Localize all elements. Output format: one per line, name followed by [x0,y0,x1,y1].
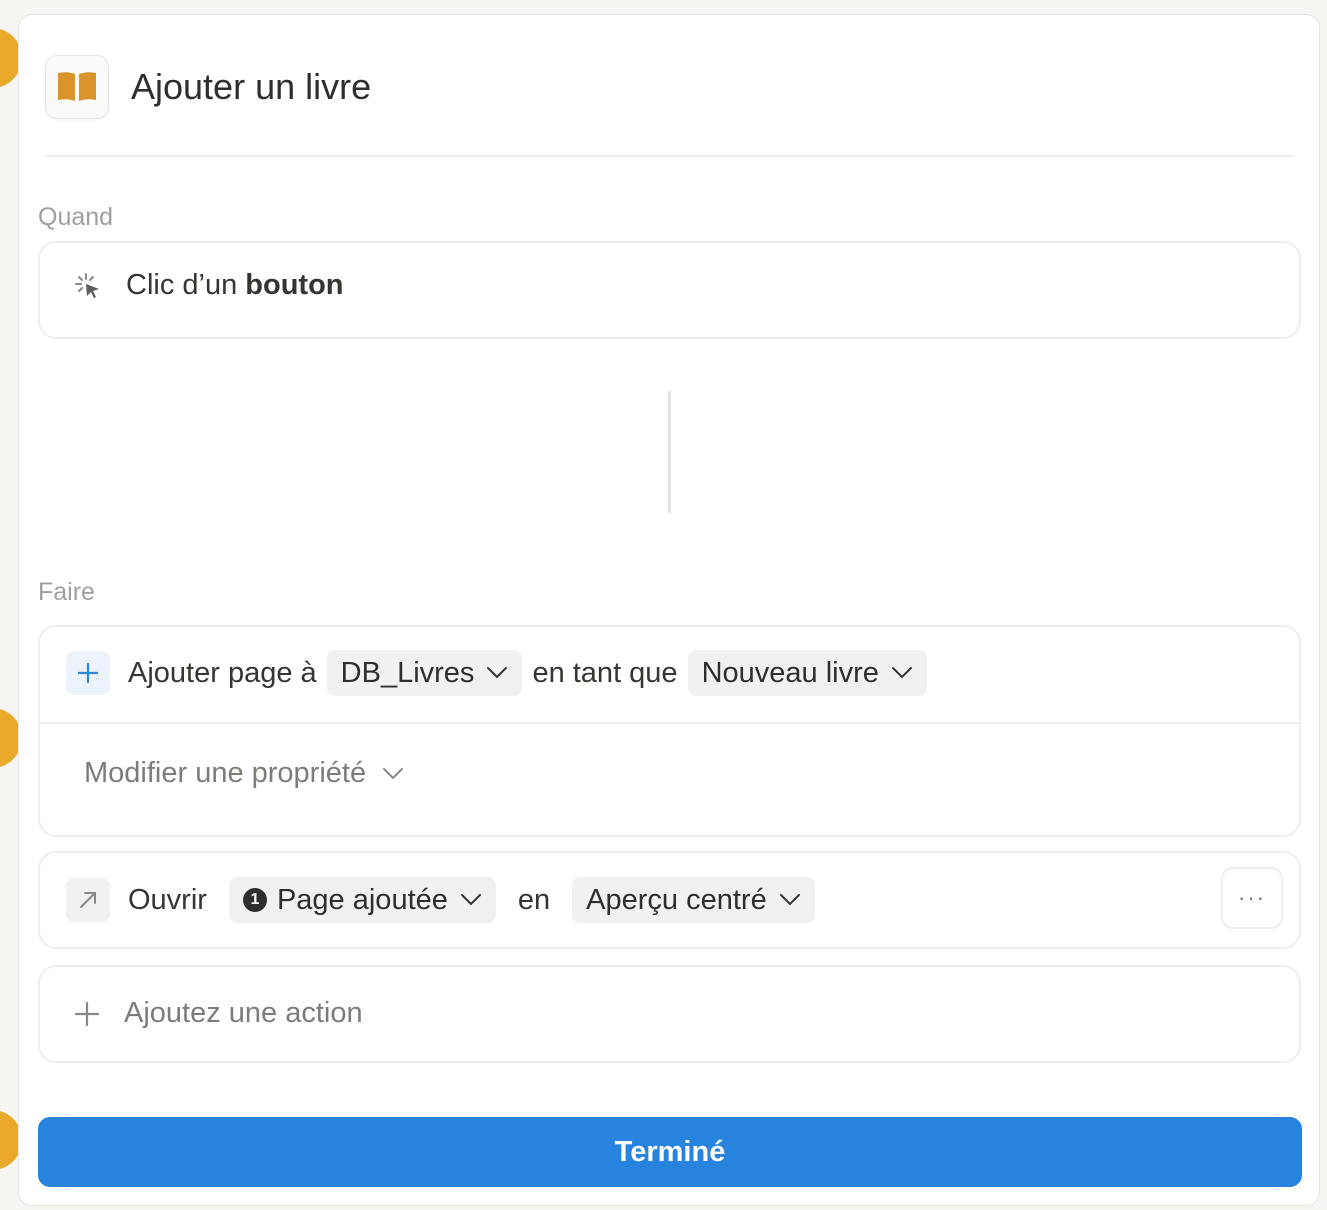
trigger-card[interactable]: Clic d’un bouton [38,241,1301,339]
add-action-card[interactable]: Ajoutez une action [38,965,1301,1063]
add-page-action-row: Ajouter page à DB_Livres en tant que Nou… [66,650,927,696]
chevron-down-icon [891,667,912,679]
chevron-down-icon [487,667,508,679]
as-label: en tant que [532,656,678,689]
open-page-action-card: Ouvrir 1 Page ajoutée en Aperçu centré ·… [38,851,1301,949]
arrow-up-right-icon [66,878,110,922]
template-select-value: Nouveau livre [701,656,879,689]
card-divider [40,722,1299,724]
done-button[interactable]: Terminé [38,1117,1302,1187]
panel-header: Ajouter un livre [45,55,371,119]
trigger-section-label: Quand [38,203,114,231]
chevron-down-icon [460,894,481,906]
chevron-down-icon [779,894,800,906]
add-page-action-card: Ajouter page à DB_Livres en tant que Nou… [38,625,1301,837]
plus-icon [74,1001,100,1026]
open-target-value: Page ajoutée [276,883,448,916]
open-label: Ouvrir [128,883,207,916]
cursor-click-icon [75,272,99,298]
more-options-button[interactable]: ··· [1221,867,1283,929]
open-book-icon [58,72,96,101]
chevron-down-icon [383,767,404,779]
database-select[interactable]: DB_Livres [326,650,523,696]
page-title[interactable]: Ajouter un livre [131,66,371,108]
database-select-value: DB_Livres [340,656,475,689]
add-action-label: Ajoutez une action [124,997,363,1029]
open-in-label: en [517,883,551,916]
trigger-text-bold: bouton [245,269,344,301]
plus-icon [66,651,110,695]
more-icon: ··· [1238,885,1266,910]
open-page-action-row: Ouvrir 1 Page ajoutée en Aperçu centré [66,877,815,923]
open-target-select[interactable]: 1 Page ajoutée [228,877,496,923]
step-number-badge: 1 [242,888,267,912]
template-select[interactable]: Nouveau livre [687,650,927,696]
add-page-label: Ajouter page à [128,656,317,689]
icon-picker-button[interactable] [45,55,109,119]
open-mode-value: Aperçu centré [586,883,767,916]
header-divider [45,155,1293,157]
flow-connector-line [668,391,671,513]
modify-property-label: Modifier une propriété [84,757,367,789]
modify-property-dropdown[interactable]: Modifier une propriété [84,757,404,790]
open-mode-select[interactable]: Aperçu centré [572,877,815,923]
button-automation-panel: Ajouter un livre Quand Clic d’un bouton … [18,14,1320,1206]
trigger-text: Clic d’un bouton [126,269,344,301]
actions-section-label: Faire [38,578,95,606]
